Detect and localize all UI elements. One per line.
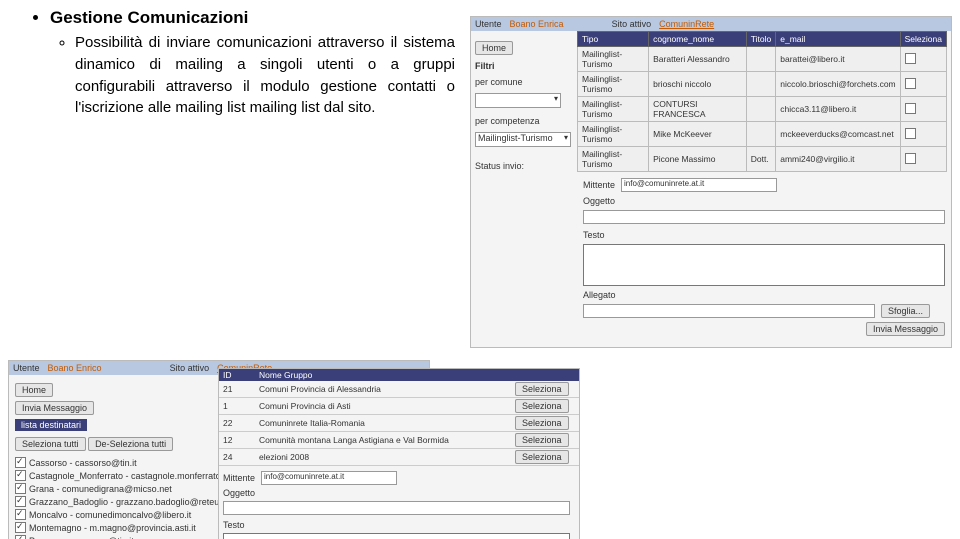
utente-value: Boano Enrico bbox=[48, 363, 102, 373]
per-comune-label: per comune bbox=[475, 77, 573, 87]
seleziona-button[interactable]: Seleziona bbox=[515, 382, 569, 396]
filtri-label: Filtri bbox=[475, 61, 573, 71]
utente-value: Boano Enrica bbox=[510, 19, 564, 29]
oggetto-label: Oggetto bbox=[583, 196, 615, 206]
contacts-table: Tipo cognome_nome Titolo e_mail Selezion… bbox=[577, 31, 947, 172]
groups-panel: ID Nome Gruppo 21Comuni Provincia di Ale… bbox=[218, 368, 580, 539]
sito-value: ComuninRete bbox=[659, 19, 714, 29]
table-header-row: ID Nome Gruppo bbox=[219, 369, 579, 381]
mittente-label: Mittente bbox=[223, 473, 255, 483]
group-message-form: Mittente info@comuninrete.at.it Oggetto T… bbox=[219, 466, 579, 539]
dest-checkbox[interactable] bbox=[15, 522, 26, 533]
invia-button[interactable]: Invia Messaggio bbox=[866, 322, 945, 336]
per-comp-label: per competenza bbox=[475, 116, 573, 126]
seleziona-button[interactable]: Seleziona bbox=[515, 416, 569, 430]
home-button[interactable]: Home bbox=[475, 41, 513, 55]
seleziona-button[interactable]: Seleziona bbox=[515, 433, 569, 447]
oggetto-label: Oggetto bbox=[223, 488, 255, 498]
table-row: Mailinglist-TurismoBaratteri Alessandrob… bbox=[578, 47, 947, 72]
lista-destinatari-header: lista destinatari bbox=[15, 419, 87, 431]
home-button[interactable]: Home bbox=[15, 383, 53, 397]
dest-checkbox[interactable] bbox=[15, 509, 26, 520]
allegato-label: Allegato bbox=[583, 290, 616, 300]
mailing-contacts-panel: Utente Boano Enrica Sito attivo ComuninR… bbox=[470, 16, 952, 348]
sito-label: Sito attivo bbox=[170, 363, 210, 373]
seleziona-button[interactable]: Seleziona bbox=[515, 450, 569, 464]
table-row: Mailinglist-Turismobrioschi niccolonicco… bbox=[578, 72, 947, 97]
testo-label: Testo bbox=[223, 520, 245, 530]
allegato-input[interactable] bbox=[583, 304, 875, 318]
mittente-label: Mittente bbox=[583, 180, 615, 190]
side-filters: Home Filtri per comune per competenza Ma… bbox=[471, 31, 577, 342]
row-checkbox[interactable] bbox=[905, 103, 916, 114]
row-checkbox[interactable] bbox=[905, 153, 916, 164]
section-paragraph: Possibilità di inviare comunicazioni att… bbox=[75, 32, 455, 119]
groups-table: ID Nome Gruppo 21Comuni Provincia di Ale… bbox=[219, 369, 579, 466]
dest-checkbox[interactable] bbox=[15, 535, 26, 539]
row-checkbox[interactable] bbox=[905, 128, 916, 139]
mittente-input[interactable]: info@comuninrete.at.it bbox=[261, 471, 397, 485]
testo-textarea[interactable] bbox=[583, 244, 945, 286]
dest-checkbox[interactable] bbox=[15, 457, 26, 468]
table-row: 1Comuni Provincia di AstiSeleziona bbox=[219, 398, 579, 415]
dest-checkbox[interactable] bbox=[15, 470, 26, 481]
row-checkbox[interactable] bbox=[905, 78, 916, 89]
utente-label: Utente bbox=[13, 363, 40, 373]
deselect-all-button[interactable]: De-Seleziona tutti bbox=[88, 437, 173, 451]
status-label: Status invio: bbox=[475, 161, 573, 171]
panel-header: Utente Boano Enrica Sito attivo ComuninR… bbox=[471, 17, 951, 31]
testo-textarea[interactable] bbox=[223, 533, 570, 539]
message-form: Mittente info@comuninrete.at.it Oggetto T… bbox=[577, 172, 951, 342]
sfoglia-button[interactable]: Sfoglia... bbox=[881, 304, 930, 318]
table-row: 24elezioni 2008Seleziona bbox=[219, 449, 579, 466]
testo-label: Testo bbox=[583, 230, 605, 240]
select-all-button[interactable]: Seleziona tutti bbox=[15, 437, 86, 451]
oggetto-input[interactable] bbox=[583, 210, 945, 224]
oggetto-input[interactable] bbox=[223, 501, 570, 515]
table-row: Mailinglist-TurismoMike McKeevermckeever… bbox=[578, 122, 947, 147]
table-row: Mailinglist-TurismoPicone MassimoDott.am… bbox=[578, 147, 947, 172]
utente-label: Utente bbox=[475, 19, 502, 29]
table-row: 12Comunità montana Langa Astigiana e Val… bbox=[219, 432, 579, 449]
dest-checkbox[interactable] bbox=[15, 496, 26, 507]
mittente-input[interactable]: info@comuninrete.at.it bbox=[621, 178, 777, 192]
invia-button[interactable]: Invia Messaggio bbox=[15, 401, 94, 415]
table-row: 21Comuni Provincia di AlessandriaSelezio… bbox=[219, 381, 579, 398]
table-row: Mailinglist-TurismoCONTURSI FRANCESCAchi… bbox=[578, 97, 947, 122]
per-comune-select[interactable] bbox=[475, 93, 561, 108]
per-comp-select[interactable]: Mailinglist-Turismo bbox=[475, 132, 571, 147]
row-checkbox[interactable] bbox=[905, 53, 916, 64]
sito-label: Sito attivo bbox=[612, 19, 652, 29]
table-header-row: Tipo cognome_nome Titolo e_mail Selezion… bbox=[578, 32, 947, 47]
dest-checkbox[interactable] bbox=[15, 483, 26, 494]
seleziona-button[interactable]: Seleziona bbox=[515, 399, 569, 413]
table-row: 22Comuninrete Italia-RomaniaSeleziona bbox=[219, 415, 579, 432]
